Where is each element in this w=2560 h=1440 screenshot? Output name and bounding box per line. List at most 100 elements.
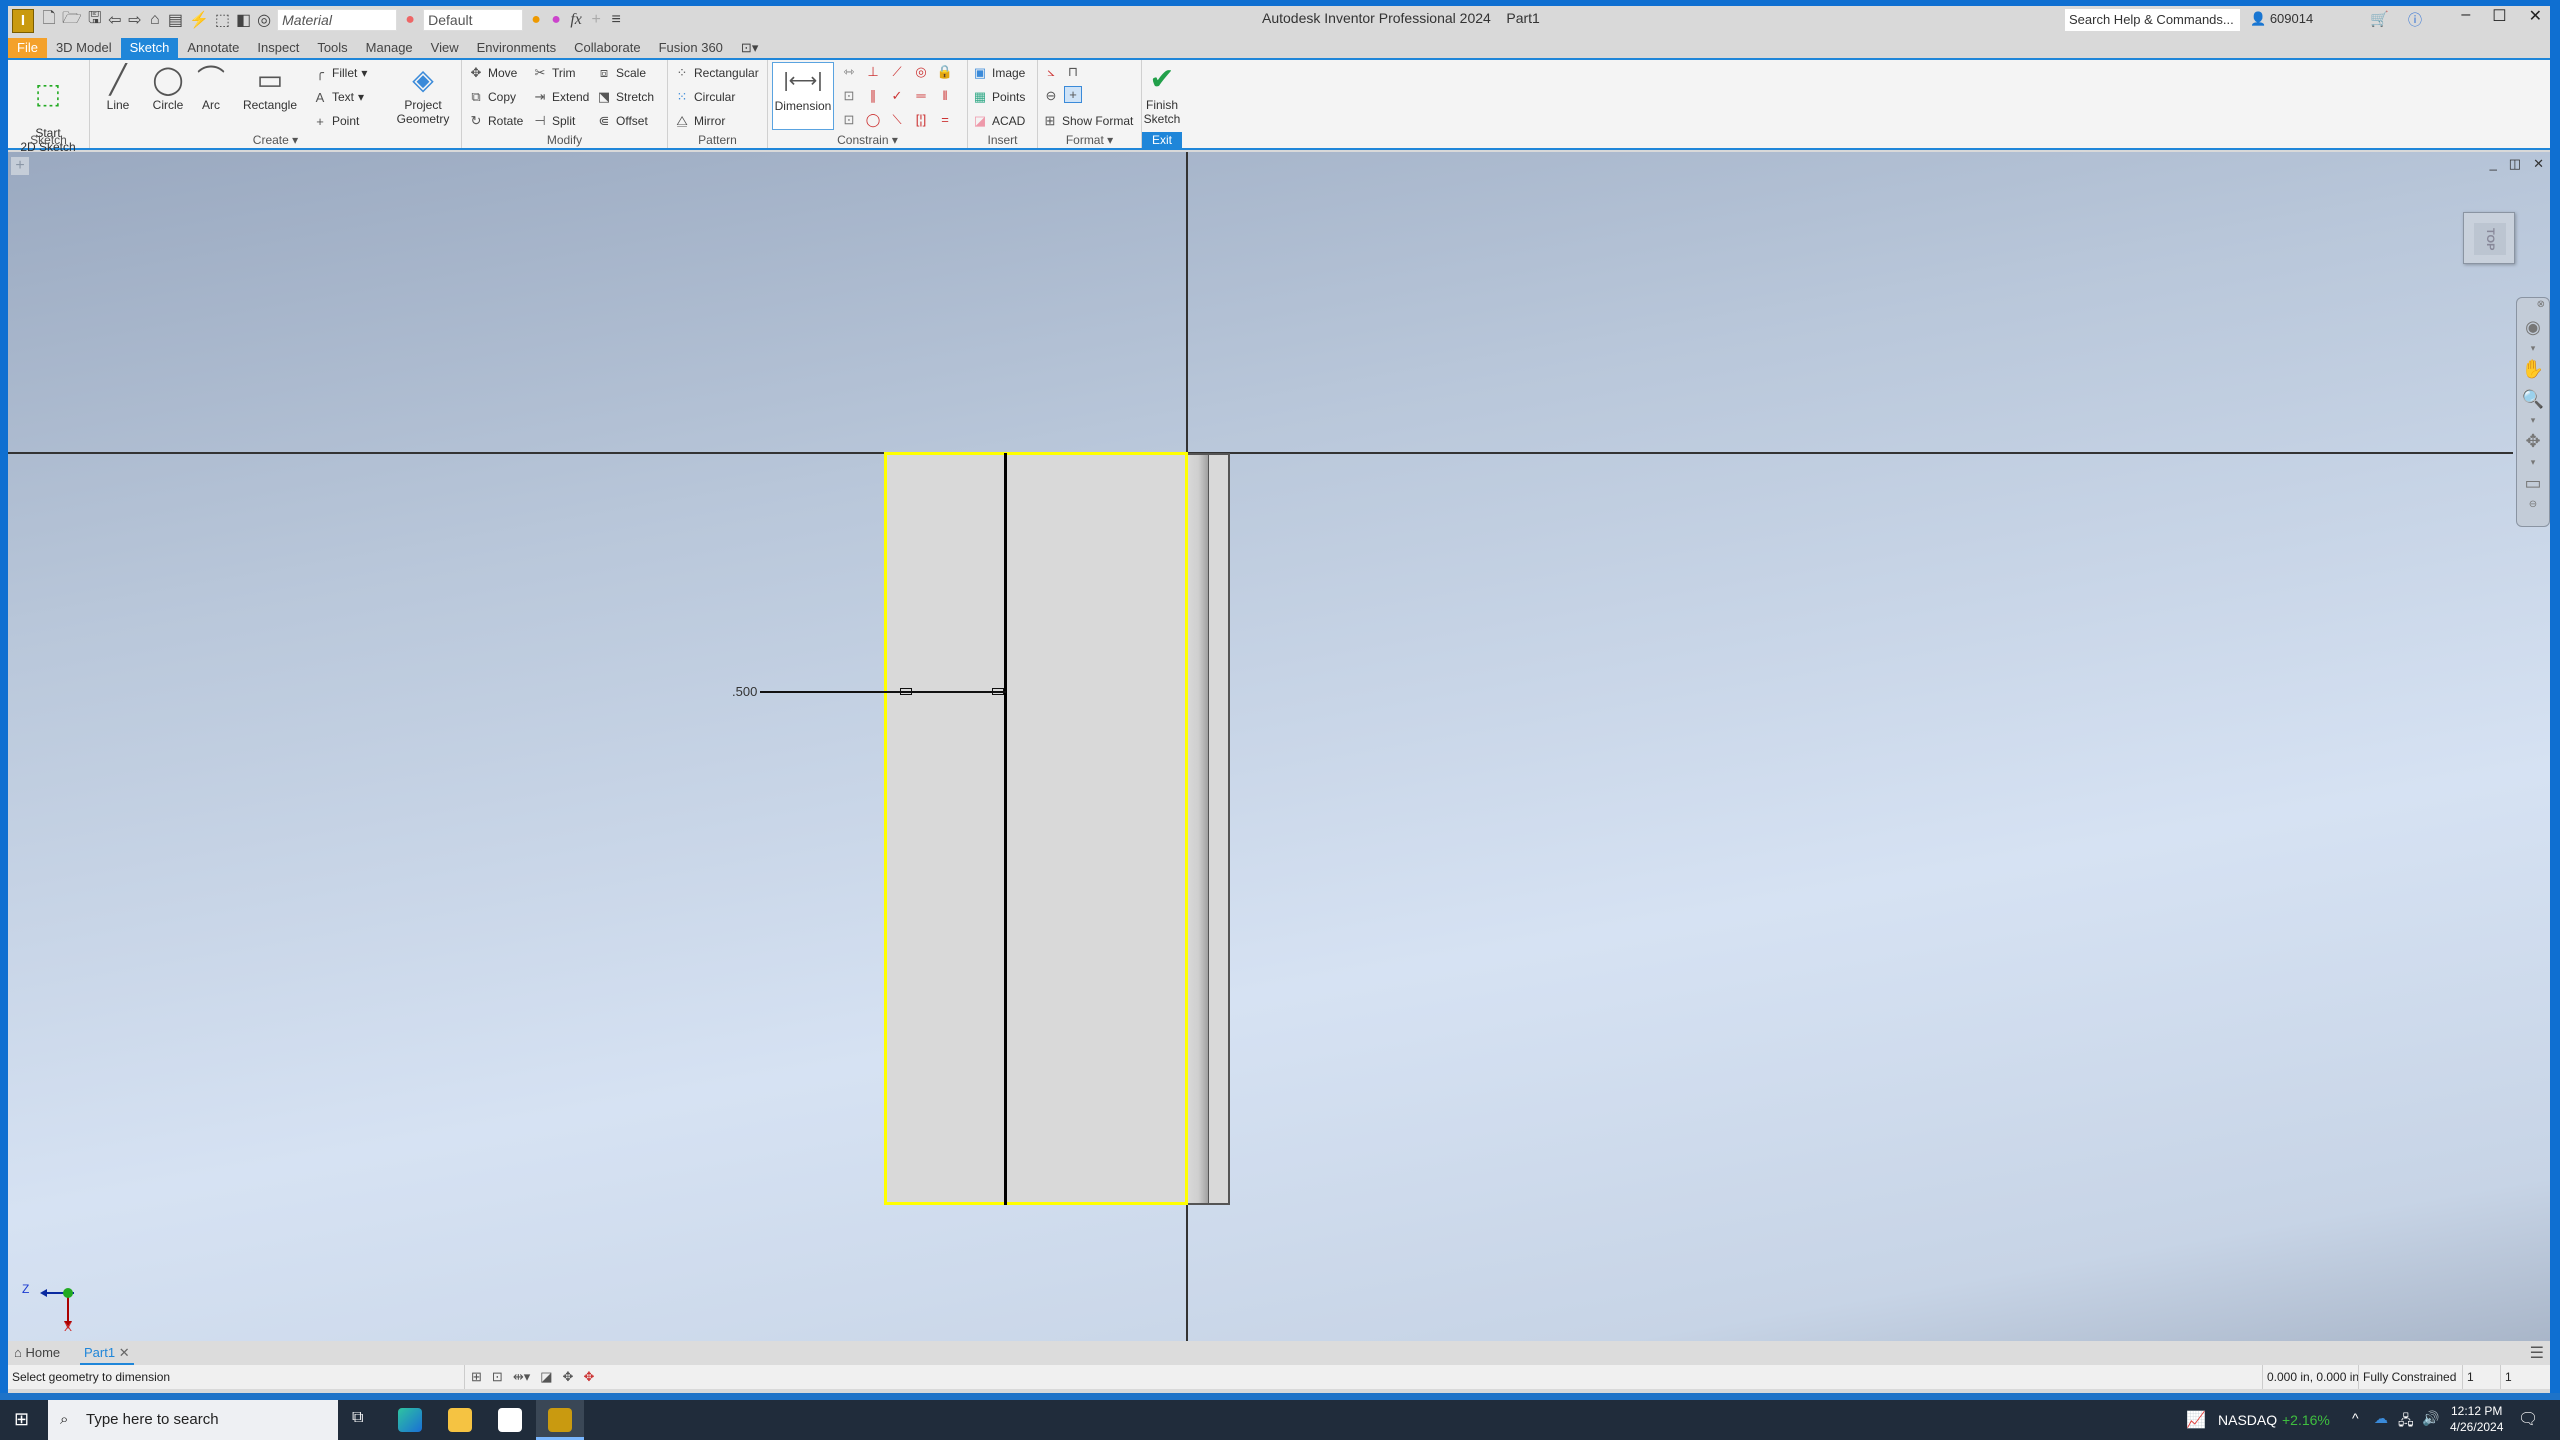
steering-wheel-icon[interactable]: ◉ (2517, 312, 2549, 342)
ticker-change[interactable]: +2.16% (2282, 1412, 2330, 1428)
help-search-input[interactable]: Search Help & Commands... (2065, 9, 2240, 31)
material-dropdown[interactable]: Material (277, 9, 398, 31)
finish-sketch-button[interactable]: ✔ Finish Sketch (1142, 62, 1182, 127)
graphics-window[interactable]: + _ ◫ ✕ TOP ⊗ ◉ ▾ ✋ 🔍 ▾ ✥ ▾ ▭ ⊖ .500 Z X (8, 152, 2550, 1341)
center-point-icon[interactable]: + (1064, 86, 1082, 103)
point-button[interactable]: + Point (312, 112, 359, 130)
tab-file[interactable]: File (8, 38, 47, 58)
scale-button[interactable]: ⧈ Scale (596, 64, 646, 82)
minimize-icon[interactable]: – (2461, 6, 2470, 26)
coincident-icon[interactable]: ⟋ (888, 64, 906, 80)
zoom-icon[interactable]: 🔍 (2517, 384, 2549, 414)
sketch-line[interactable] (1004, 453, 1007, 1205)
appearance-icon[interactable]: ● (403, 11, 417, 29)
panel-label-constrain[interactable]: Constrain ▾ (768, 132, 967, 148)
onedrive-icon[interactable]: ☁ (2374, 1410, 2388, 1427)
doc-tab-part1[interactable]: Part1 ✕ (80, 1341, 134, 1365)
plus-icon[interactable]: + (589, 11, 603, 29)
new-file-icon[interactable]: 🗋 (42, 7, 56, 34)
ticker-name[interactable]: NASDAQ (2218, 1412, 2277, 1428)
windows-start-icon[interactable]: ⊞ (14, 1409, 29, 1430)
tab-3d-model[interactable]: 3D Model (47, 38, 121, 58)
clear-appearance-icon[interactable]: ● (549, 11, 563, 29)
file-explorer-icon[interactable] (448, 1408, 472, 1432)
properties-icon[interactable]: ▤ (168, 10, 183, 30)
orbit-dropdown-icon[interactable]: ▾ (2517, 456, 2549, 468)
tab-annotate[interactable]: Annotate (178, 38, 248, 58)
trim-button[interactable]: ✂ Trim (532, 64, 576, 82)
offset-button[interactable]: ⋐ Offset (596, 112, 648, 130)
tangent-icon[interactable]: ◯ (864, 112, 882, 128)
tab-fusion-360[interactable]: Fusion 360 (650, 38, 732, 58)
arc-button[interactable]: ⌒ Arc (196, 62, 226, 113)
perpendicular-icon[interactable]: ⊥ (864, 64, 882, 80)
fix-lock-icon[interactable]: 🔒 (936, 64, 954, 80)
stretch-button[interactable]: ⬔ Stretch (596, 88, 654, 106)
rotate-button[interactable]: ↻ Rotate (468, 112, 524, 130)
tab-view[interactable]: View (422, 38, 468, 58)
viewport-restore-icon[interactable]: ◫ (2509, 156, 2521, 172)
relax-mode-icon[interactable]: ✥ (583, 1365, 594, 1389)
tab-inspect[interactable]: Inspect (248, 38, 308, 58)
close-icon[interactable]: ✕ (2529, 6, 2542, 26)
horizontal-icon[interactable]: ═ (912, 88, 930, 103)
zoom-dropdown-icon[interactable]: ▾ (2517, 414, 2549, 426)
cart-icon[interactable]: 🛒 (2370, 10, 2389, 28)
notifications-icon[interactable]: 🗨 (2518, 1409, 2538, 1429)
edge-browser-icon[interactable] (398, 1408, 422, 1432)
appearance-dropdown[interactable]: Default (423, 9, 524, 31)
viewport-minimize-icon[interactable]: _ (2490, 156, 2497, 172)
collinear-icon[interactable]: ✓ (888, 88, 906, 104)
selected-rectangle-profile[interactable] (884, 452, 1188, 1205)
auto-dimension-icon[interactable]: ⇿ (840, 64, 858, 80)
tab-environments[interactable]: Environments (468, 38, 565, 58)
symmetric-icon[interactable]: [¦] (912, 112, 930, 127)
image-button[interactable]: ▣ Image (972, 64, 1026, 82)
inventor-app-icon[interactable]: I (12, 9, 34, 33)
rectangular-pattern-button[interactable]: ⁘ Rectangular (674, 64, 759, 82)
show-hidden-icons-icon[interactable]: ^ (2352, 1410, 2359, 1426)
viewport-close-icon[interactable]: ✕ (2533, 156, 2544, 172)
circle-button[interactable]: ◯ Circle (148, 62, 188, 113)
centerline-icon[interactable]: ⊖ (1042, 88, 1060, 104)
mirror-button[interactable]: ⧋ Mirror (674, 112, 725, 130)
construction-icon[interactable]: ⦣ (1042, 64, 1060, 80)
parallel-icon[interactable]: ∥ (864, 88, 882, 104)
adjust-appearance-icon[interactable]: ● (529, 11, 543, 29)
fillet-button[interactable]: ╭ Fillet ▾ (312, 64, 367, 82)
show-constraints-icon[interactable]: ⊡ (840, 88, 858, 104)
horizontal-axis-line[interactable] (8, 452, 2513, 454)
dimension-value[interactable]: .500 (732, 684, 757, 699)
dimension-line[interactable] (760, 691, 1006, 693)
tab-manage[interactable]: Manage (357, 38, 422, 58)
show-dof-icon[interactable]: ✥ (563, 1365, 574, 1389)
maximize-icon[interactable]: ☐ (2492, 6, 2506, 26)
dimension-button[interactable]: |⟷| Dimension (772, 62, 834, 130)
slice-graphics-icon[interactable]: ◪ (540, 1365, 552, 1389)
user-account[interactable]: 👤 609014 (2250, 11, 2313, 27)
navbar-close-icon[interactable]: ⊗ (2517, 298, 2549, 312)
tab-sketch[interactable]: Sketch (120, 38, 179, 58)
display-icon[interactable]: ◧ (236, 10, 251, 30)
move-button[interactable]: ✥ Move (468, 64, 518, 82)
viewcube-face-top[interactable]: TOP (2474, 223, 2506, 255)
look-at-icon[interactable]: ▭ (2517, 468, 2549, 498)
undo-icon[interactable]: ⇦ (108, 10, 122, 30)
navbar-options-icon[interactable]: ⊖ (2517, 498, 2549, 512)
show-format-button[interactable]: ⊞ Show Format (1042, 112, 1134, 130)
orbit-icon[interactable]: ✥ (2517, 426, 2549, 456)
microsoft-store-icon[interactable] (498, 1408, 522, 1432)
extend-button[interactable]: ⇥ Extend (532, 88, 590, 106)
copy-button[interactable]: ⧉ Copy (468, 88, 516, 106)
open-folder-icon[interactable]: 🗁 (62, 7, 82, 34)
material-icon[interactable]: ◎ (257, 10, 271, 30)
doc-tab-home[interactable]: ⌂ Home (14, 1341, 60, 1365)
tab-menu-icon[interactable]: ☰ (2530, 1343, 2544, 1363)
split-button[interactable]: ⊣ Split (532, 112, 575, 130)
tab-tools[interactable]: Tools (308, 38, 356, 58)
add-view-tab-icon[interactable]: + (11, 157, 29, 175)
pan-hand-icon[interactable]: ✋ (2517, 354, 2549, 384)
driven-dimension-icon[interactable]: ⊓ (1064, 64, 1082, 80)
equal-icon[interactable]: = (936, 112, 954, 127)
concentric-icon[interactable]: ◎ (912, 64, 930, 80)
